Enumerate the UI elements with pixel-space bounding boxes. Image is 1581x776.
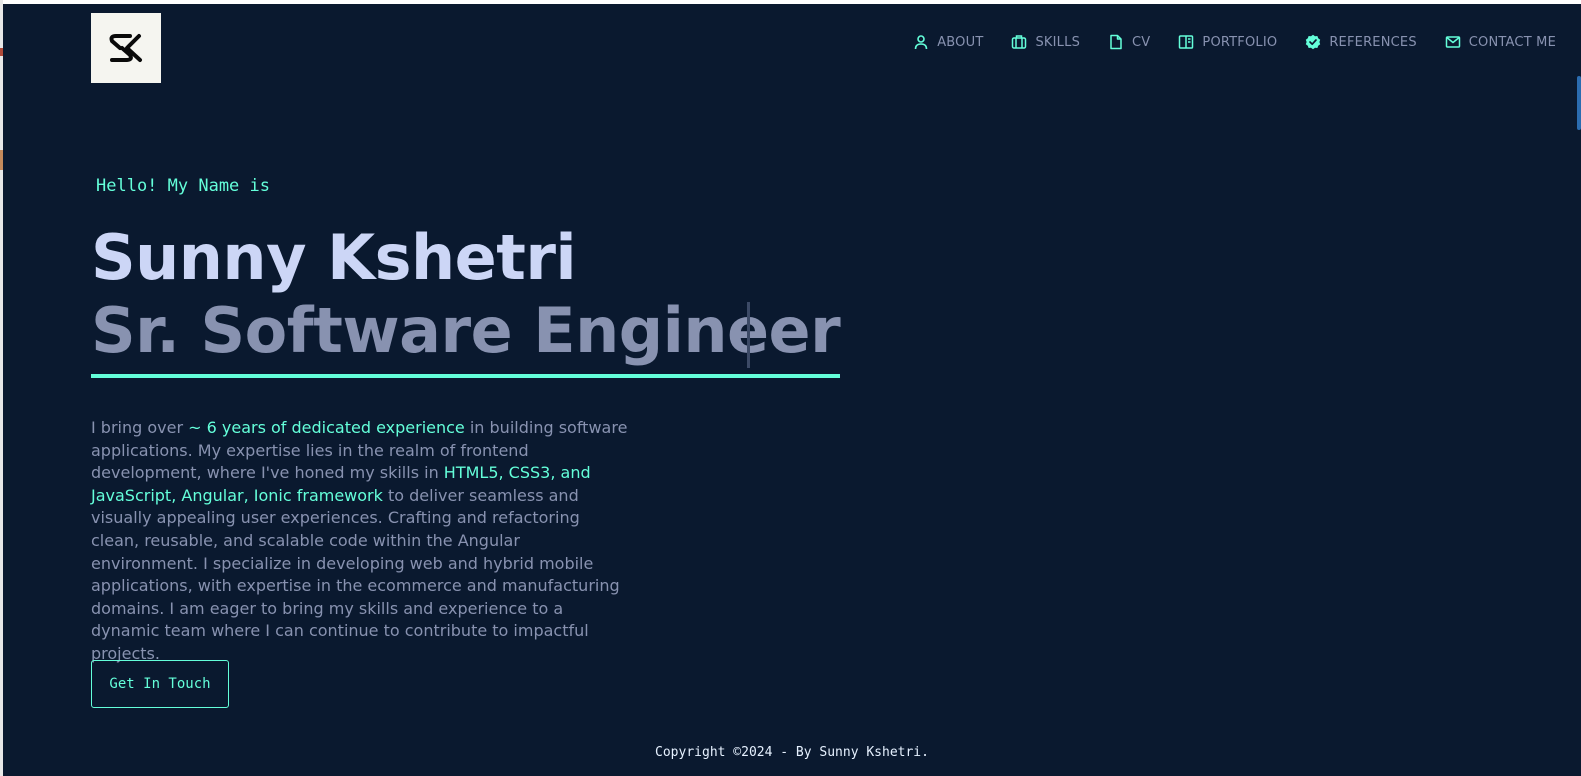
nav-contact[interactable]: CONTACT ME [1445, 34, 1556, 50]
typing-cursor [747, 302, 750, 368]
scrollbar-thumb[interactable] [1577, 76, 1581, 130]
nav-about-label: ABOUT [937, 34, 984, 50]
briefcase-icon [1012, 35, 1027, 49]
nav-cv[interactable]: CV [1108, 34, 1150, 50]
nav-references-label: REFERENCES [1329, 34, 1417, 50]
bio-highlight: ~ 6 years of dedicated experience [188, 418, 465, 437]
nav-portfolio[interactable]: PORTFOLIO [1178, 34, 1277, 50]
mail-icon [1445, 36, 1461, 48]
nav-cv-label: CV [1132, 34, 1151, 50]
nav-about[interactable]: ABOUT [913, 34, 983, 50]
page: ABOUT SKILLS CV PORTFOLIO REFERENCES CON… [3, 4, 1581, 776]
nav-skills[interactable]: SKILLS [1011, 34, 1080, 50]
logo-link[interactable] [91, 13, 161, 83]
nav-references[interactable]: REFERENCES [1305, 34, 1417, 50]
sk-logo-icon [109, 34, 142, 62]
bio-text: to deliver seamless and visually appeali… [91, 485, 620, 663]
nav-portfolio-label: PORTFOLIO [1202, 34, 1278, 50]
nav-skills-label: SKILLS [1035, 34, 1081, 50]
bio-text: I bring over [91, 418, 189, 437]
footer-copyright: Copyright ©2024 - By Sunny Kshetri. [655, 745, 929, 760]
get-in-touch-button[interactable]: Get In Touch [91, 660, 229, 708]
hero-role-wrap: Sr. Software Engineer [91, 300, 841, 380]
nav-contact-label: CONTACT ME [1468, 34, 1556, 50]
hero-role: Sr. Software Engineer [91, 300, 841, 378]
main-nav: ABOUT SKILLS CV PORTFOLIO REFERENCES CON… [913, 34, 1556, 50]
hero-name: Sunny Kshetri [91, 221, 577, 294]
greeting: Hello! My Name is [96, 176, 270, 196]
user-icon [914, 35, 928, 50]
hero-bio: I bring over ~ 6 years of dedicated expe… [91, 417, 631, 666]
book-open-icon [1179, 35, 1194, 49]
badge-check-icon [1306, 34, 1321, 50]
document-icon [1110, 34, 1122, 50]
